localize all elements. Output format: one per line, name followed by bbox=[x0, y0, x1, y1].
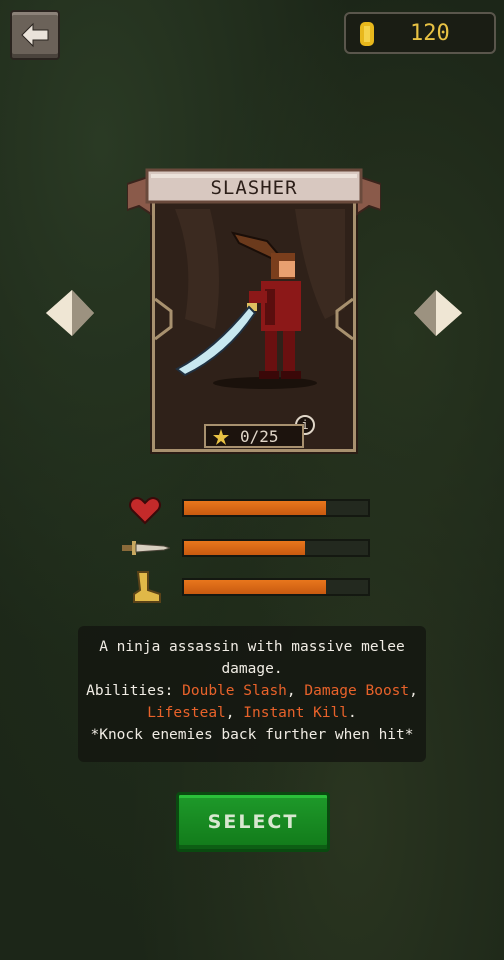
description-line-2: damage. bbox=[221, 661, 283, 677]
ability-damage-boost: Damage Boost bbox=[304, 683, 410, 699]
back-button[interactable] bbox=[10, 10, 60, 60]
character-portrait bbox=[155, 199, 353, 449]
heart-icon bbox=[129, 497, 161, 525]
health-bar-fill bbox=[184, 501, 326, 515]
abilities-line-2: Lifesteal, Instant Kill. bbox=[78, 702, 426, 724]
previous-character-button[interactable] bbox=[46, 290, 94, 336]
bonus-text: *Knock enemies back further when hit* bbox=[90, 727, 414, 743]
damage-bar-fill bbox=[184, 541, 306, 555]
separator: , bbox=[409, 683, 418, 699]
separator: , bbox=[286, 683, 305, 699]
speed-bar bbox=[182, 578, 370, 596]
abilities-line: Abilities: Double Slash, Damage Boost, bbox=[78, 680, 426, 702]
separator: , bbox=[225, 705, 244, 721]
period: . bbox=[348, 705, 357, 721]
star-icon bbox=[213, 429, 229, 445]
description-line-1: A ninja assassin with massive melee bbox=[99, 639, 405, 655]
dagger-icon bbox=[122, 541, 170, 555]
abilities-label: Abilities: bbox=[86, 683, 183, 699]
arrow-left-icon bbox=[21, 22, 49, 48]
coin-counter: 120 bbox=[344, 12, 496, 54]
ability-double-slash: Double Slash bbox=[182, 683, 287, 699]
damage-bar bbox=[182, 539, 370, 557]
boot-icon bbox=[133, 571, 161, 603]
ability-instant-kill: Instant Kill bbox=[243, 705, 349, 721]
star-progress: 0/25 bbox=[204, 424, 304, 448]
health-bar bbox=[182, 499, 370, 517]
select-button[interactable]: SELECT bbox=[176, 792, 330, 852]
ability-lifesteal: Lifesteal bbox=[147, 705, 226, 721]
progress-count: 0/25 bbox=[240, 427, 279, 446]
character-description: A ninja assassin with massive melee dama… bbox=[78, 626, 426, 762]
character-name: SLASHER bbox=[210, 177, 298, 199]
speed-bar-fill bbox=[184, 580, 326, 594]
coin-count: 120 bbox=[410, 21, 450, 46]
gold-coin-icon bbox=[360, 22, 374, 46]
next-character-button[interactable] bbox=[414, 290, 462, 336]
character-card[interactable]: i bbox=[152, 196, 356, 452]
